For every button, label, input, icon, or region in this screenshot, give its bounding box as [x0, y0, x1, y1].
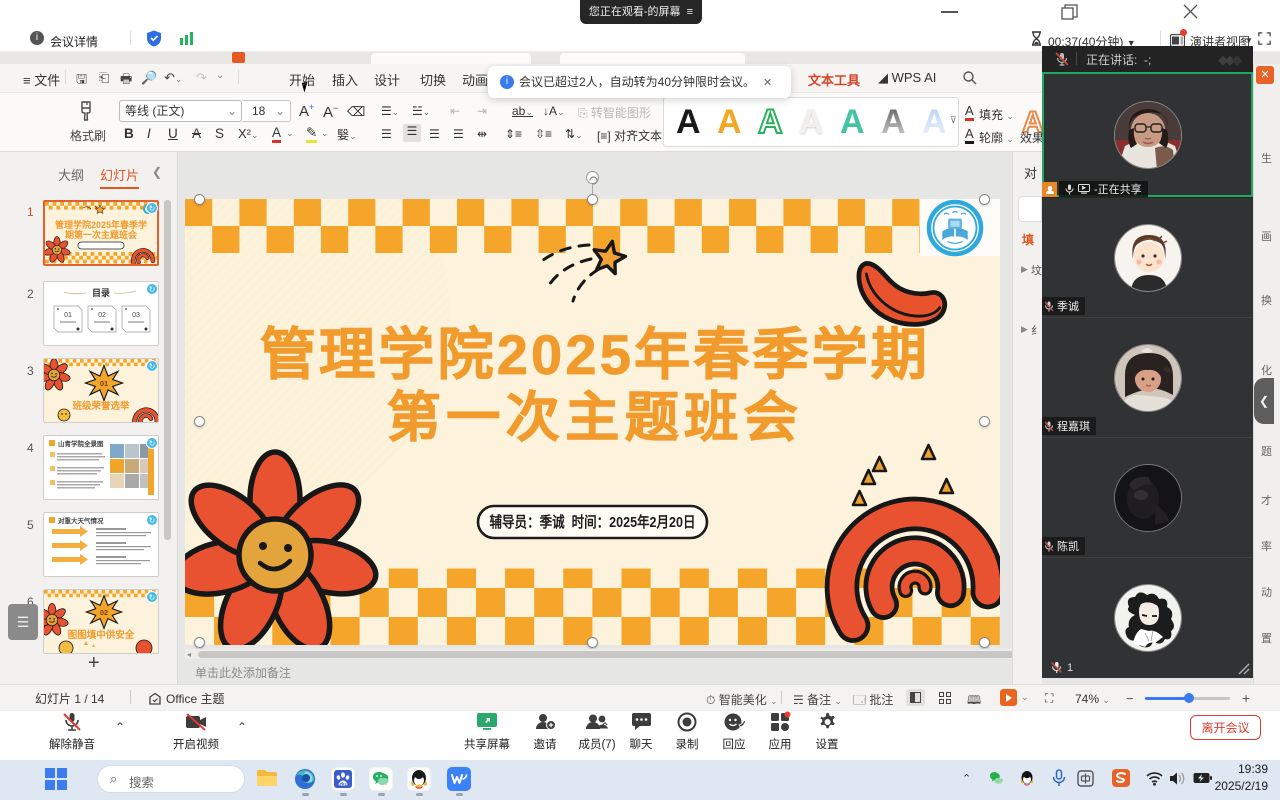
svg-text:第一次主题班会: 第一次主题班会	[387, 388, 804, 448]
svg-text:01: 01	[64, 312, 72, 319]
svg-text:山青学院全景图: 山青学院全景图	[58, 439, 104, 448]
svg-text:02: 02	[98, 312, 106, 319]
svg-text:02: 02	[100, 609, 108, 617]
svg-text:管理学院2025年春季学: 管理学院2025年春季学	[55, 219, 147, 230]
svg-text:图图填中供安全: 图图填中供安全	[68, 629, 135, 641]
svg-text:辅导员：季诚 时间：2025年2月20日: 辅导员：季诚 时间：2025年2月20日	[490, 513, 696, 531]
svg-text:对重大天气情况: 对重大天气情况	[58, 516, 104, 525]
svg-text:目录: 目录	[92, 288, 110, 298]
svg-text:du: du	[339, 783, 347, 789]
svg-text:03: 03	[132, 312, 140, 319]
svg-text:管理学院2025年春季学期: 管理学院2025年春季学期	[260, 323, 930, 386]
svg-text:班级荣誉选举: 班级荣誉选举	[72, 400, 130, 412]
svg-text:01: 01	[100, 379, 108, 388]
svg-text:期第一次主题班会: 期第一次主题班会	[65, 229, 138, 240]
